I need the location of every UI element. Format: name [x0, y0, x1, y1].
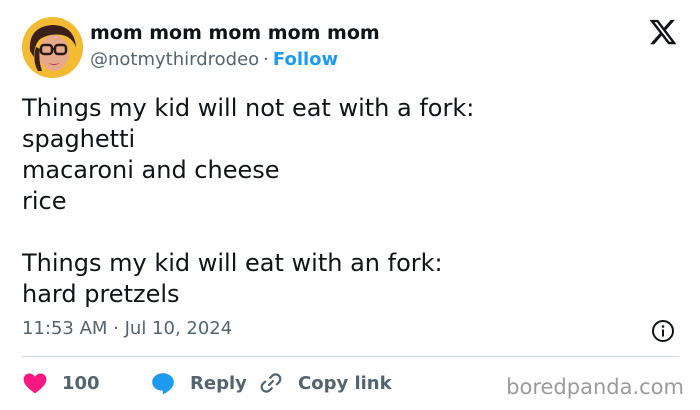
tweet-line: macaroni and cheese — [22, 156, 280, 184]
avatar-image — [22, 17, 83, 78]
reply-label: Reply — [190, 372, 247, 394]
tweet-timestamp[interactable]: 11:53 AM · Jul 10, 2024 — [22, 318, 232, 339]
info-icon[interactable] — [651, 319, 675, 343]
copy-link-label: Copy link — [298, 372, 392, 394]
tweet-line: Things my kid will not eat with a fork: — [22, 94, 475, 122]
link-icon — [260, 373, 282, 393]
action-bar: 100 Reply Copy link — [22, 368, 392, 398]
copy-link-button[interactable]: Copy link — [258, 370, 392, 396]
reply-button[interactable]: Reply — [150, 370, 258, 396]
tweet-line — [22, 217, 682, 248]
tweet-text: Things my kid will not eat with a fork: … — [22, 93, 682, 310]
handle-separator: · — [263, 49, 269, 70]
handle[interactable]: @notmythirdrodeo — [90, 49, 259, 70]
avatar[interactable] — [22, 17, 83, 78]
display-name[interactable]: mom mom mom mom mom — [90, 22, 380, 44]
tweet-line: spaghetti — [22, 125, 136, 153]
tweet-line: rice — [22, 187, 67, 215]
watermark: boredpanda.com — [506, 375, 684, 399]
heart-icon — [23, 373, 47, 394]
handle-row: @notmythirdrodeo · Follow — [90, 49, 338, 70]
reply-bubble-icon — [152, 373, 174, 395]
tweet-line: Things my kid will eat with an fork: — [22, 249, 443, 277]
tweet-line: hard pretzels — [22, 280, 180, 308]
divider — [22, 356, 679, 357]
like-button[interactable]: 100 — [22, 370, 150, 396]
x-logo-icon[interactable] — [648, 17, 678, 47]
follow-button[interactable]: Follow — [273, 49, 338, 70]
like-count: 100 — [62, 372, 100, 394]
